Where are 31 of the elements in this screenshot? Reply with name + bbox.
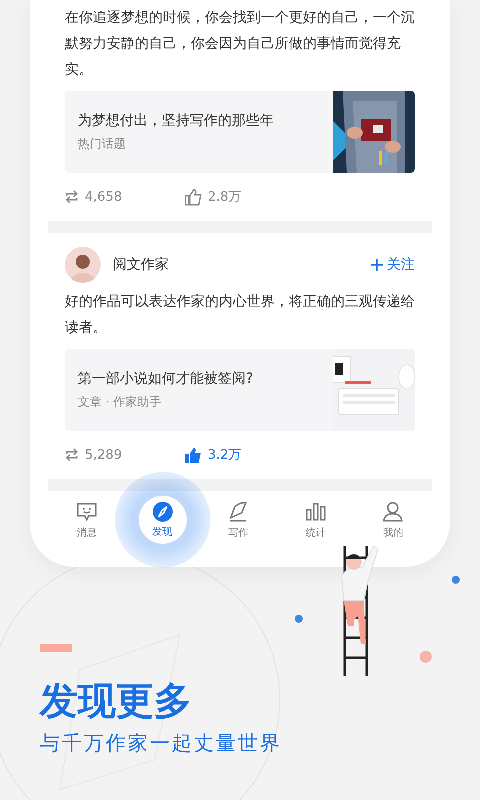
- tab[interactable]: 统计: [277, 500, 354, 540]
- repost-count: 5,289: [85, 448, 122, 462]
- card-title: 第一部小说如何才能被签阅?: [78, 370, 254, 388]
- repost-icon: [65, 448, 79, 462]
- chat-icon: [76, 500, 98, 522]
- avatar: [65, 247, 101, 283]
- card-meta: 热门话题: [78, 136, 127, 152]
- repost-icon: [65, 190, 79, 204]
- card-title: 为梦想付出，坚持写作的那些年: [78, 112, 275, 130]
- post-text: 好的作品可以表达作家的内心世界，将正确的三观传递给读者。: [65, 293, 415, 338]
- plus-icon: [371, 259, 383, 271]
- card-meta: 文章 · 作家助手: [78, 394, 162, 410]
- like-count: 2.8万: [208, 189, 242, 206]
- like-count: 3.2万: [208, 447, 242, 464]
- compass-icon: [152, 501, 174, 523]
- bar-chart-icon: [304, 500, 327, 522]
- tagline: 与千万作家一起丈量世界: [40, 730, 282, 757]
- author-name: 阅文作家: [113, 256, 170, 274]
- repost-count: 4,658: [85, 190, 122, 204]
- post-text: 在你追逐梦想的时候，你会找到一个更好的自己，一个沉默努力安静的自己，你会因为自己所做的事情而觉得充实。: [65, 9, 415, 80]
- tab[interactable]: 发现: [138, 496, 186, 544]
- tab[interactable]: 消息: [48, 500, 126, 540]
- follow-button[interactable]: 关注: [371, 256, 415, 274]
- pen-icon: [227, 500, 250, 522]
- link-card[interactable]: 第一部小说如何才能被签阅? 文章 · 作家助手: [65, 349, 415, 431]
- headline: 发现更多: [40, 678, 193, 724]
- link-card[interactable]: 为梦想付出，坚持写作的那些年 热门话题: [65, 91, 415, 173]
- tab[interactable]: 写作: [200, 500, 277, 540]
- person-icon: [382, 500, 404, 522]
- tab[interactable]: 我的: [354, 500, 432, 540]
- accent-bar: [40, 644, 72, 652]
